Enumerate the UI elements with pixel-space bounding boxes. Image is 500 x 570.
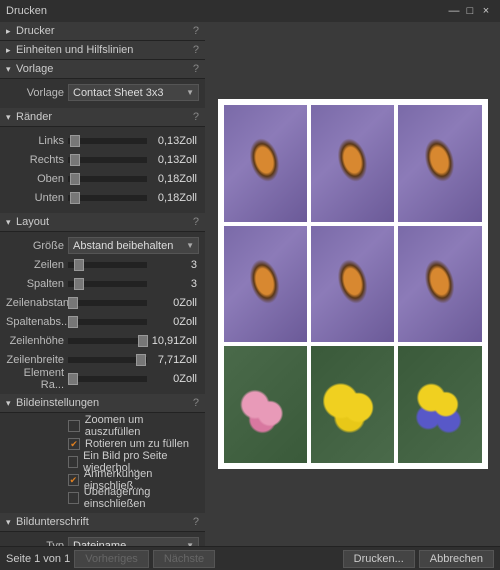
section-imagesettings[interactable]: ▾ Bildeinstellungen ? [0,394,205,413]
section-margins[interactable]: ▾ Ränder ? [0,108,205,127]
rowspacing-value[interactable]: 0Zoll [151,297,199,309]
annot-checkbox[interactable]: ✔ [68,474,79,486]
help-icon[interactable]: ? [193,111,199,123]
preview-area [205,22,500,546]
overlay-checkbox[interactable] [68,492,79,504]
chevron-down-icon: ▼ [186,241,194,250]
thumbnail[interactable] [224,346,307,463]
colwidth-slider[interactable] [68,357,147,363]
margin-bottom-slider[interactable] [68,195,147,201]
contact-sheet [218,99,488,469]
page-status: Seite 1 von 1 [6,553,70,565]
rotate-checkbox[interactable]: ✔ [68,438,80,450]
thumbnail[interactable] [311,105,394,222]
close-button[interactable]: × [478,5,494,17]
template-dropdown[interactable]: Contact Sheet 3x3 ▼ [68,84,199,101]
chevron-down-icon: ▾ [6,217,16,228]
chevron-down-icon: ▾ [6,64,16,75]
section-layout[interactable]: ▾ Layout ? [0,213,205,232]
colwidth-value[interactable]: 7,71Zoll [151,354,199,366]
thumbnail[interactable] [398,226,481,343]
chevron-right-icon: ▸ [6,26,16,37]
thumbnail[interactable] [311,226,394,343]
section-printer[interactable]: ▸ Drucker ? [0,22,205,41]
colspacing-value[interactable]: 0Zoll [151,316,199,328]
oneper-checkbox[interactable] [68,456,78,468]
rowheight-value[interactable]: 10,91Zoll [151,335,199,347]
chevron-down-icon: ▾ [6,112,16,123]
thumbnail[interactable] [224,105,307,222]
margin-left-value[interactable]: 0,13Zoll [151,135,199,147]
footer: Seite 1 von 1 Vorheriges Nächste Drucken… [0,546,500,570]
rowspacing-slider[interactable] [68,300,147,306]
colspacing-slider[interactable] [68,319,147,325]
section-template[interactable]: ▾ Vorlage ? [0,60,205,79]
rows-slider[interactable] [68,262,147,268]
elradius-value[interactable]: 0Zoll [151,373,199,385]
thumbnail[interactable] [398,346,481,463]
help-icon[interactable]: ? [193,216,199,228]
zoom-checkbox[interactable] [68,420,80,432]
chevron-down-icon: ▾ [6,398,16,409]
chevron-down-icon: ▼ [186,541,194,546]
section-caption[interactable]: ▾ Bildunterschrift ? [0,513,205,532]
chevron-right-icon: ▸ [6,45,16,56]
prev-button[interactable]: Vorheriges [74,550,149,568]
thumbnail[interactable] [398,105,481,222]
margin-right-slider[interactable] [68,157,147,163]
cancel-button[interactable]: Abbrechen [419,550,494,568]
chevron-down-icon: ▾ [6,517,16,528]
print-button[interactable]: Drucken... [343,550,415,568]
caption-type-dropdown[interactable]: Dateiname▼ [68,537,199,546]
template-label: Vorlage [6,87,64,99]
margin-left-slider[interactable] [68,138,147,144]
thumbnail[interactable] [224,226,307,343]
next-button[interactable]: Nächste [153,550,215,568]
rowheight-slider[interactable] [68,338,147,344]
help-icon[interactable]: ? [193,397,199,409]
window-title: Drucken [6,5,446,17]
titlebar: Drucken — □ × [0,0,500,22]
elradius-slider[interactable] [68,376,147,382]
margin-top-value[interactable]: 0,18Zoll [151,173,199,185]
cols-slider[interactable] [68,281,147,287]
margin-top-slider[interactable] [68,176,147,182]
help-icon[interactable]: ? [193,516,199,528]
margin-bottom-value[interactable]: 0,18Zoll [151,192,199,204]
cols-value[interactable]: 3 [151,278,199,290]
help-icon[interactable]: ? [193,44,199,56]
margin-right-value[interactable]: 0,13Zoll [151,154,199,166]
layout-size-dropdown[interactable]: Abstand beibehalten▼ [68,237,199,254]
rows-value[interactable]: 3 [151,259,199,271]
help-icon[interactable]: ? [193,25,199,37]
thumbnail[interactable] [311,346,394,463]
maximize-button[interactable]: □ [462,5,478,17]
section-units[interactable]: ▸ Einheiten und Hilfslinien ? [0,41,205,60]
minimize-button[interactable]: — [446,5,462,17]
help-icon[interactable]: ? [193,63,199,75]
chevron-down-icon: ▼ [186,88,194,97]
settings-panel: ▸ Drucker ? ▸ Einheiten und Hilfslinien … [0,22,205,546]
